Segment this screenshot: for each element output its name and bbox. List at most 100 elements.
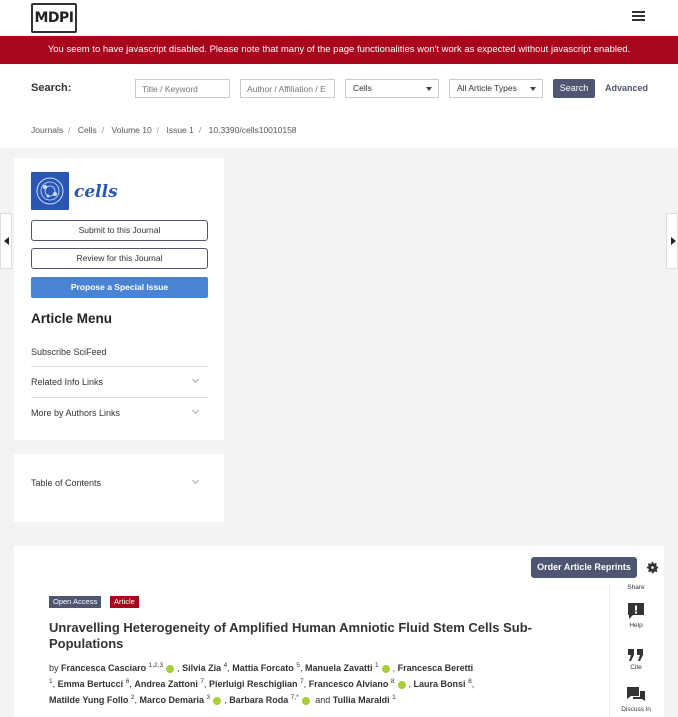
article-menu-title: Article Menu <box>31 311 113 326</box>
author-affiliation: 3 <box>206 694 211 701</box>
journal-select[interactable]: Cells <box>345 79 439 98</box>
submit-to-journal-button[interactable]: Submit to this Journal <box>31 220 208 241</box>
orcid-icon[interactable] <box>397 680 406 689</box>
quote-icon <box>628 649 643 661</box>
author-affiliation: 4 <box>223 662 228 669</box>
author-name[interactable]: Mattia Forcato <box>232 663 294 673</box>
breadcrumb-journals[interactable]: Journals <box>31 125 63 135</box>
author-name[interactable]: Andrea Zattoni <box>134 679 198 689</box>
open-access-badge[interactable]: Open Access <box>49 596 102 608</box>
toc-label: Table of Contents <box>31 478 102 488</box>
author-name[interactable]: Matilde Yung Follo <box>49 695 128 705</box>
author-affiliation: 1,2,3 <box>148 662 164 669</box>
author-name[interactable]: Francesca Casciaro <box>61 663 146 673</box>
breadcrumb-issue[interactable]: Issue 1 <box>166 125 193 135</box>
chevron-down-icon <box>530 87 536 91</box>
help-tool[interactable]: Help <box>610 602 662 629</box>
author-name[interactable]: Emma Bertucci <box>58 679 124 689</box>
author-list: by Francesca Casciaro 1,2,3, Silvia Zia … <box>49 662 475 705</box>
author-name[interactable]: Pierluigi Reschiglian <box>209 679 298 689</box>
breadcrumb-cells[interactable]: Cells <box>78 125 97 135</box>
table-of-contents-box: Table of Contents <box>14 454 224 522</box>
cite-tool[interactable]: Cite <box>610 648 662 671</box>
author-affiliation: 7 <box>300 678 304 685</box>
by-label: by <box>49 663 59 673</box>
article-type-value: All Article Types <box>457 83 517 93</box>
author-affiliation: 6 <box>125 678 130 685</box>
related-info-links-item[interactable]: Related Info Links <box>31 375 208 387</box>
breadcrumb-doi: 10.3390/cells10010158 <box>208 125 297 135</box>
author-name[interactable]: Marco Demaria <box>140 695 205 705</box>
top-header: MDPI <box>0 0 678 36</box>
hamburger-menu-icon[interactable] <box>632 11 645 21</box>
author-name[interactable]: Tullia Maraldi <box>333 695 390 705</box>
title-keyword-input[interactable] <box>135 79 230 98</box>
author-affiliation: 8 <box>468 678 472 685</box>
cite-label: Cite <box>630 664 642 671</box>
mdpi-logo[interactable]: MDPI <box>31 3 77 33</box>
author-affiliation: 5 <box>296 662 300 669</box>
author-affiliation-input[interactable] <box>240 79 335 98</box>
journal-select-value: Cells <box>353 83 372 93</box>
share-tool[interactable]: Share <box>610 584 662 591</box>
help-label: Help <box>629 622 643 629</box>
menu-divider <box>31 397 208 398</box>
author-affiliation: 7,* <box>290 694 299 701</box>
article-type-badge: Article <box>110 596 139 608</box>
search-label: Search: <box>31 82 72 94</box>
menu-divider <box>31 366 208 367</box>
and-label: and <box>315 695 331 705</box>
article-tools-panel: Share Help Cite Discuss in <box>609 584 661 717</box>
author-affiliation: 1 <box>375 662 379 669</box>
related-info-label: Related Info Links <box>31 377 104 387</box>
table-of-contents-item[interactable]: Table of Contents <box>31 476 208 488</box>
exclamation-icon <box>628 603 644 619</box>
author-name[interactable]: Francesca Beretti <box>398 663 474 673</box>
subscribe-scifeed-link[interactable]: Subscribe SciFeed <box>31 347 208 357</box>
propose-special-issue-button[interactable]: Propose a Special Issue <box>31 277 208 298</box>
article-title: Unravelling Heterogeneity of Amplified H… <box>49 620 532 651</box>
author-affiliation: 7 <box>200 678 204 685</box>
order-reprints-button[interactable]: Order Article Reprints <box>531 557 637 578</box>
chevron-down-icon <box>191 476 200 485</box>
article-type-select[interactable]: All Article Types <box>449 79 543 98</box>
discuss-label: Discuss in <box>621 706 651 713</box>
breadcrumb: Journals / Cells / Volume 10/ Issue 1/ 10.… <box>0 114 678 148</box>
cells-journal-logo[interactable] <box>31 172 69 210</box>
chevron-right-icon <box>671 237 676 245</box>
javascript-warning-banner: You seem to have javascript disabled. Pl… <box>0 36 678 64</box>
author-name[interactable]: Manuela Zavatti <box>305 663 373 673</box>
more-by-authors-item[interactable]: More by Authors Links <box>31 406 208 418</box>
author-affiliation: 1 <box>49 678 53 685</box>
orcid-icon[interactable] <box>213 696 222 705</box>
author-affiliation: 1 <box>392 694 396 701</box>
prev-article-arrow[interactable] <box>0 213 12 269</box>
author-affiliation: 2 <box>130 694 135 701</box>
orcid-icon[interactable] <box>166 664 175 673</box>
author-name[interactable]: Silvia Zia <box>182 663 221 673</box>
author-name[interactable]: Barbara Roda <box>229 695 288 705</box>
chat-bubbles-icon <box>627 687 645 701</box>
chevron-down-icon <box>426 87 432 91</box>
search-bar: Search: Cells All Article Types Search A… <box>0 64 678 114</box>
chevron-down-icon <box>191 375 200 384</box>
more-by-authors-label: More by Authors Links <box>31 408 121 418</box>
journal-name[interactable]: cells <box>74 182 118 202</box>
chevron-left-icon <box>4 237 9 245</box>
orcid-icon[interactable] <box>381 664 390 673</box>
share-label: Share <box>627 584 645 591</box>
author-affiliation: 8 <box>390 678 395 685</box>
author-name[interactable]: Laura Bonsi <box>414 679 466 689</box>
advanced-search-link[interactable]: Advanced <box>605 83 648 93</box>
search-button[interactable]: Search <box>553 79 595 98</box>
journal-sidebar: cells Submit to this Journal Review for … <box>14 158 224 440</box>
author-name[interactable]: Francesco Alviano <box>309 679 389 689</box>
gear-icon[interactable] <box>645 560 660 575</box>
chevron-down-icon <box>191 406 200 415</box>
next-article-arrow[interactable] <box>666 213 678 269</box>
review-for-journal-button[interactable]: Review for this Journal <box>31 248 208 269</box>
discuss-tool[interactable]: Discuss in <box>610 686 662 713</box>
logo-text: MDPI <box>34 10 74 26</box>
breadcrumb-volume[interactable]: Volume 10 <box>112 125 152 135</box>
orcid-icon[interactable] <box>301 696 310 705</box>
